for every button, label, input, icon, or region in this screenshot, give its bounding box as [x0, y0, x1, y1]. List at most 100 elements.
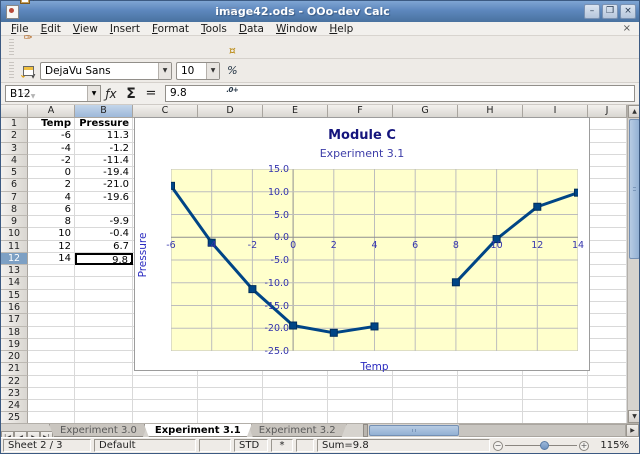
row-header-22[interactable]: 22 — [1, 376, 28, 388]
chevron-down-icon[interactable]: ▼ — [206, 63, 219, 79]
row-header-9[interactable]: 9 — [1, 216, 28, 228]
cell-J7[interactable] — [588, 192, 627, 204]
close-button[interactable]: × — [620, 4, 636, 19]
scroll-down-icon[interactable]: ▼ — [628, 410, 639, 423]
row-header-25[interactable]: 25 — [1, 412, 28, 423]
sum-indicator[interactable]: Sum=9.8 — [317, 439, 490, 452]
cell-F25[interactable] — [328, 412, 393, 423]
font-name-combobox[interactable]: DejaVu Sans ▼ — [40, 62, 172, 80]
insert-mode-indicator[interactable] — [199, 439, 231, 452]
cell-H23[interactable] — [458, 388, 523, 400]
menu-insert[interactable]: Insert — [104, 23, 146, 35]
cell-G22[interactable] — [393, 376, 458, 388]
cell-B18[interactable] — [75, 327, 133, 339]
menu-help[interactable]: Help — [323, 23, 359, 35]
row-header-16[interactable]: 16 — [1, 302, 28, 314]
cell-J20[interactable] — [588, 351, 627, 363]
row-header-12[interactable]: 12 — [1, 253, 28, 265]
cell-A2[interactable]: -6 — [28, 130, 75, 142]
cell-J14[interactable] — [588, 277, 627, 289]
horizontal-scrollbar-thumb[interactable] — [369, 425, 459, 436]
maximize-button[interactable]: ❒ — [602, 4, 618, 19]
cell-I22[interactable] — [523, 376, 588, 388]
scroll-up-icon[interactable]: ▲ — [628, 105, 639, 118]
menu-view[interactable]: View — [67, 23, 104, 35]
format-paintbrush-icon[interactable]: ✑ — [18, 27, 38, 47]
row-header-18[interactable]: 18 — [1, 327, 28, 339]
cell-E25[interactable] — [263, 412, 328, 423]
menu-window[interactable]: Window — [270, 23, 323, 35]
cell-J1[interactable] — [588, 118, 627, 130]
select-all-corner[interactable] — [1, 105, 28, 118]
sheet-tab-experiment-3-1[interactable]: Experiment 3.1 — [144, 424, 252, 437]
cell-D25[interactable] — [198, 412, 263, 423]
cell-B3[interactable]: -1.2 — [75, 143, 133, 155]
cell-A8[interactable]: 6 — [28, 204, 75, 216]
cell-A6[interactable]: 2 — [28, 179, 75, 191]
title-bar[interactable]: image42.ods - OOo-dev Calc – ❒ × — [1, 1, 639, 22]
cell-B9[interactable]: -9.9 — [75, 216, 133, 228]
cell-E24[interactable] — [263, 400, 328, 412]
cell-A19[interactable] — [28, 339, 75, 351]
row-header-17[interactable]: 17 — [1, 314, 28, 326]
minimize-button[interactable]: – — [584, 4, 600, 19]
cell-C23[interactable] — [133, 388, 198, 400]
cell-B19[interactable] — [75, 339, 133, 351]
cell-A13[interactable] — [28, 265, 75, 277]
column-header-j[interactable]: J — [588, 105, 627, 118]
cell-A23[interactable] — [28, 388, 75, 400]
cell-A15[interactable] — [28, 290, 75, 302]
cell-F24[interactable] — [328, 400, 393, 412]
cell-A20[interactable] — [28, 351, 75, 363]
column-header-b[interactable]: B — [75, 105, 133, 118]
cell-B4[interactable]: -11.4 — [75, 155, 133, 167]
row-header-23[interactable]: 23 — [1, 388, 28, 400]
cell-A14[interactable] — [28, 277, 75, 289]
cell-B5[interactable]: -19.4 — [75, 167, 133, 179]
cell-J10[interactable] — [588, 228, 627, 240]
row-header-5[interactable]: 5 — [1, 167, 28, 179]
vertical-scrollbar[interactable]: ▲ ▼ — [627, 105, 639, 423]
cell-B2[interactable]: 11.3 — [75, 130, 133, 142]
cell-A12[interactable]: 14 — [28, 253, 75, 265]
cell-B10[interactable]: -0.4 — [75, 228, 133, 240]
cell-J15[interactable] — [588, 290, 627, 302]
cell-B24[interactable] — [75, 400, 133, 412]
cell-B1[interactable]: Pressure — [75, 118, 133, 130]
cell-A24[interactable] — [28, 400, 75, 412]
cell-J13[interactable] — [588, 265, 627, 277]
cell-B16[interactable] — [75, 302, 133, 314]
column-header-a[interactable]: A — [28, 105, 75, 118]
cell-H24[interactable] — [458, 400, 523, 412]
cell-A17[interactable] — [28, 314, 75, 326]
cell-A21[interactable] — [28, 363, 75, 375]
cell-J4[interactable] — [588, 155, 627, 167]
justify-icon[interactable] — [222, 2, 243, 22]
cell-B20[interactable] — [75, 351, 133, 363]
cell-A7[interactable]: 4 — [28, 192, 75, 204]
cell-B13[interactable] — [75, 265, 133, 277]
chevron-down-icon[interactable]: ▼ — [158, 63, 171, 79]
row-header-13[interactable]: 13 — [1, 265, 28, 277]
cell-H25[interactable] — [458, 412, 523, 423]
cell-C22[interactable] — [133, 376, 198, 388]
cell-J3[interactable] — [588, 143, 627, 155]
document-close-icon[interactable]: × — [623, 23, 635, 34]
row-header-20[interactable]: 20 — [1, 351, 28, 363]
row-header-19[interactable]: 19 — [1, 339, 28, 351]
cell-J5[interactable] — [588, 167, 627, 179]
horizontal-scrollbar[interactable]: ▶ — [369, 424, 639, 437]
percent-icon[interactable]: % — [222, 61, 243, 81]
cell-E23[interactable] — [263, 388, 328, 400]
zoom-slider[interactable]: − + — [493, 439, 589, 452]
menu-edit[interactable]: Edit — [35, 23, 67, 35]
cell-G24[interactable] — [393, 400, 458, 412]
cell-A4[interactable]: -2 — [28, 155, 75, 167]
menu-format[interactable]: Format — [146, 23, 195, 35]
row-header-15[interactable]: 15 — [1, 290, 28, 302]
embedded-chart[interactable]: Module C Experiment 3.1 Pressure Temp 15… — [134, 117, 590, 371]
cell-A1[interactable]: Temp — [28, 118, 75, 130]
cell-B25[interactable] — [75, 412, 133, 423]
cell-B14[interactable] — [75, 277, 133, 289]
zoom-slider-thumb[interactable] — [540, 441, 549, 450]
